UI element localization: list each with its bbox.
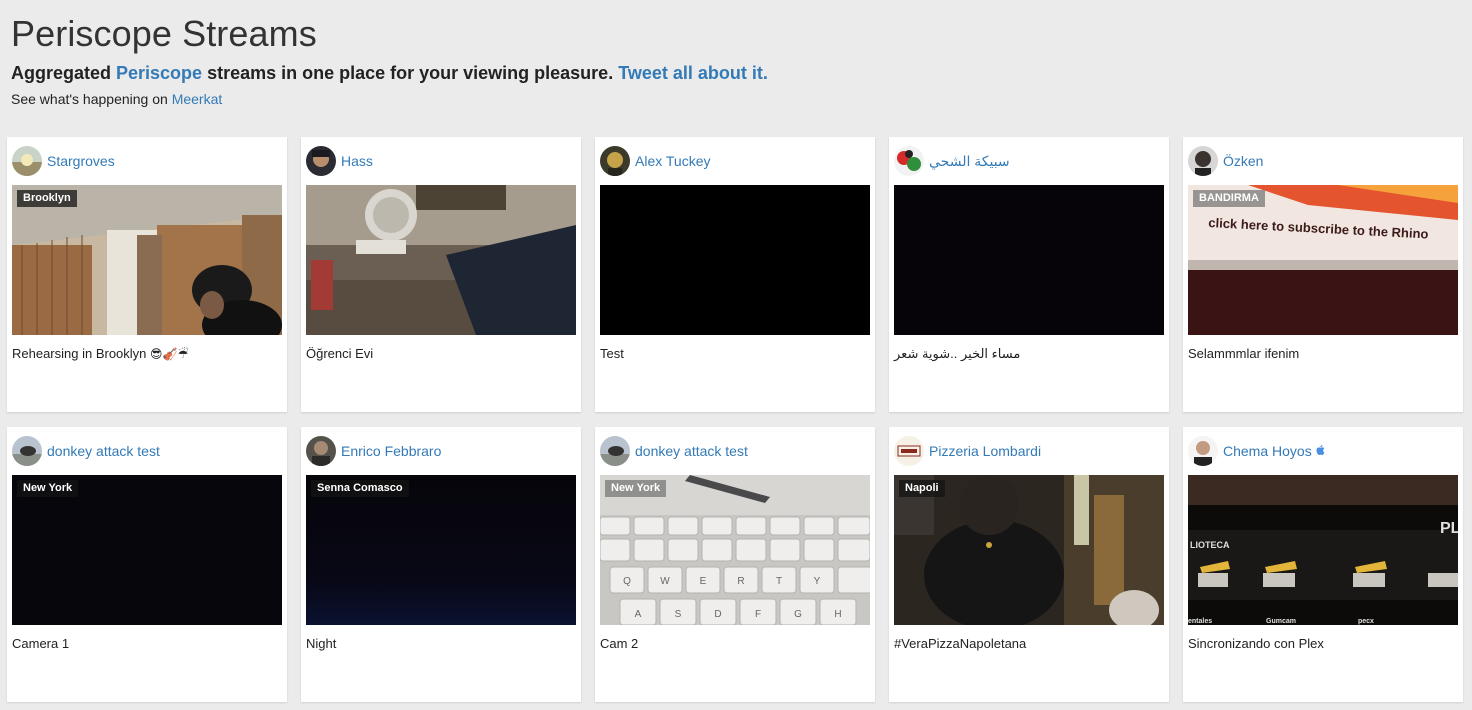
stream-caption: Selammmlar ifenim [1188,346,1300,361]
person-avatar-icon[interactable] [306,146,336,176]
stream-thumbnail[interactable] [306,185,576,335]
stream-card[interactable]: Chema Hoyos LIOTECA PL entales Gumcam pe… [1183,427,1463,702]
username-link[interactable]: donkey attack test [635,436,748,466]
stream-thumbnail[interactable]: Senna Comasco [306,475,576,625]
stream-user[interactable]: Hass [306,146,373,176]
stream-card[interactable]: سبيكة الشحي مساء الخير ..شوية شعر [889,137,1169,412]
svg-text:W: W [660,576,670,587]
svg-text:Y: Y [814,576,821,587]
stream-caption: #VeraPizzaNapoletana [894,636,1027,651]
person-avatar-icon[interactable] [600,146,630,176]
stream-card[interactable]: Stargroves Brooklyn Rehearsing in Brookl… [7,137,287,412]
stream-thumbnail[interactable] [894,185,1164,335]
svg-text:G: G [794,609,802,620]
location-badge: Senna Comasco [311,480,409,497]
stream-thumbnail[interactable]: click here to subscribe to the Rhino BAN… [1188,185,1458,335]
location-badge: Napoli [899,480,945,497]
stream-user[interactable]: Chema Hoyos [1188,436,1326,466]
location-badge: BANDIRMA [1193,190,1265,207]
plex-item: Gumcam [1266,618,1296,625]
svg-text:A: A [635,609,642,620]
plex-item: pecx [1358,618,1374,625]
username-link[interactable]: Chema Hoyos [1223,436,1312,466]
stream-caption: Cam 2 [600,636,639,651]
stream-thumbnail[interactable]: Brooklyn [12,185,282,335]
caption-text: Rehearsing in Brooklyn [12,346,147,361]
cartoon-avatar-icon[interactable] [894,146,924,176]
username-link[interactable]: Pizzeria Lombardi [929,436,1041,466]
person-avatar-icon[interactable] [306,436,336,466]
stream-caption: Camera 1 [12,636,70,651]
stream-user[interactable]: Özken [1188,146,1263,176]
stream-card[interactable]: donkey attack test New York Camera 1 [7,427,287,702]
stream-caption: Sincronizando con Plex [1188,636,1324,651]
stream-card[interactable]: donkey attack test Q W E R T Y A S D F G… [595,427,875,702]
periscope-link[interactable]: Periscope [116,63,202,83]
stream-user[interactable]: Stargroves [12,146,115,176]
bird-avatar-icon[interactable] [600,436,630,466]
page-header: Periscope Streams Aggregated Periscope s… [11,12,1451,108]
caption-emoji: 😎🎻☔ [150,347,189,361]
see-also-text: See what's happening on [11,91,172,107]
meerkat-link[interactable]: Meerkat [172,91,223,107]
stream-user[interactable]: Pizzeria Lombardi [894,436,1041,466]
stream-card[interactable]: Alex Tuckey Test [595,137,875,412]
bird-avatar-icon[interactable] [12,436,42,466]
stream-card[interactable]: Pizzeria Lombardi Napoli #VeraPizzaNapol… [889,427,1169,702]
location-badge: New York [605,480,667,497]
username-link[interactable]: Hass [341,146,373,176]
apple-icon [1316,444,1326,459]
svg-text:E: E [700,576,707,587]
subtitle-text-pre: Aggregated [11,63,117,83]
stream-card[interactable]: Özken click here to subscribe to the Rhi… [1183,137,1463,412]
svg-text:H: H [834,609,841,620]
stream-caption: Test [600,346,624,361]
stream-card[interactable]: Enrico Febbraro Senna Comasco Night [301,427,581,702]
logo-avatar-icon[interactable] [894,436,924,466]
person-avatar-icon[interactable] [1188,146,1218,176]
plex-label: LIOTECA [1190,540,1230,550]
stream-card[interactable]: Hass Öğrenci Evi [301,137,581,412]
username-link[interactable]: Enrico Febbraro [341,436,441,466]
username-link[interactable]: سبيكة الشحي [929,146,1010,176]
see-also-line: See what's happening on Meerkat [11,90,1451,108]
svg-text:S: S [675,609,682,620]
location-badge: Brooklyn [17,190,77,207]
username-link[interactable]: Özken [1223,146,1263,176]
svg-text:D: D [714,609,721,620]
stream-user[interactable]: Alex Tuckey [600,146,710,176]
plex-logo: PL [1440,520,1458,537]
stream-user[interactable]: donkey attack test [12,436,160,466]
stream-thumbnail[interactable]: LIOTECA PL entales Gumcam pecx [1188,475,1458,625]
stream-caption: Rehearsing in Brooklyn 😎🎻☔ [12,346,188,362]
stream-thumbnail[interactable]: Q W E R T Y A S D F G H New York [600,475,870,625]
landscape-avatar-icon[interactable] [12,146,42,176]
svg-text:F: F [755,609,761,620]
stream-caption: مساء الخير ..شوية شعر [894,346,1021,361]
svg-text:R: R [737,576,744,587]
tweet-link[interactable]: Tweet all about it. [618,63,768,83]
stream-thumbnail[interactable]: New York [12,475,282,625]
username-link[interactable]: donkey attack test [47,436,160,466]
subtitle-text-mid: streams in one place for your viewing pl… [202,63,619,83]
stream-thumbnail[interactable]: Napoli [894,475,1164,625]
svg-text:T: T [776,576,782,587]
svg-text:Q: Q [623,576,631,587]
stream-caption: Night [306,636,337,651]
stream-user[interactable]: donkey attack test [600,436,748,466]
username-link[interactable]: Stargroves [47,146,115,176]
page-subtitle: Aggregated Periscope streams in one plac… [11,62,1451,84]
stream-caption: Öğrenci Evi [306,346,374,361]
stream-grid: Stargroves Brooklyn Rehearsing in Brookl… [7,137,1463,702]
stream-thumbnail[interactable] [600,185,870,335]
page-title: Periscope Streams [11,13,317,54]
plex-item: entales [1188,618,1212,625]
username-link[interactable]: Alex Tuckey [635,146,710,176]
location-badge: New York [17,480,79,497]
stream-user[interactable]: Enrico Febbraro [306,436,441,466]
stream-user[interactable]: سبيكة الشحي [894,146,1010,176]
person-avatar-icon[interactable] [1188,436,1218,466]
